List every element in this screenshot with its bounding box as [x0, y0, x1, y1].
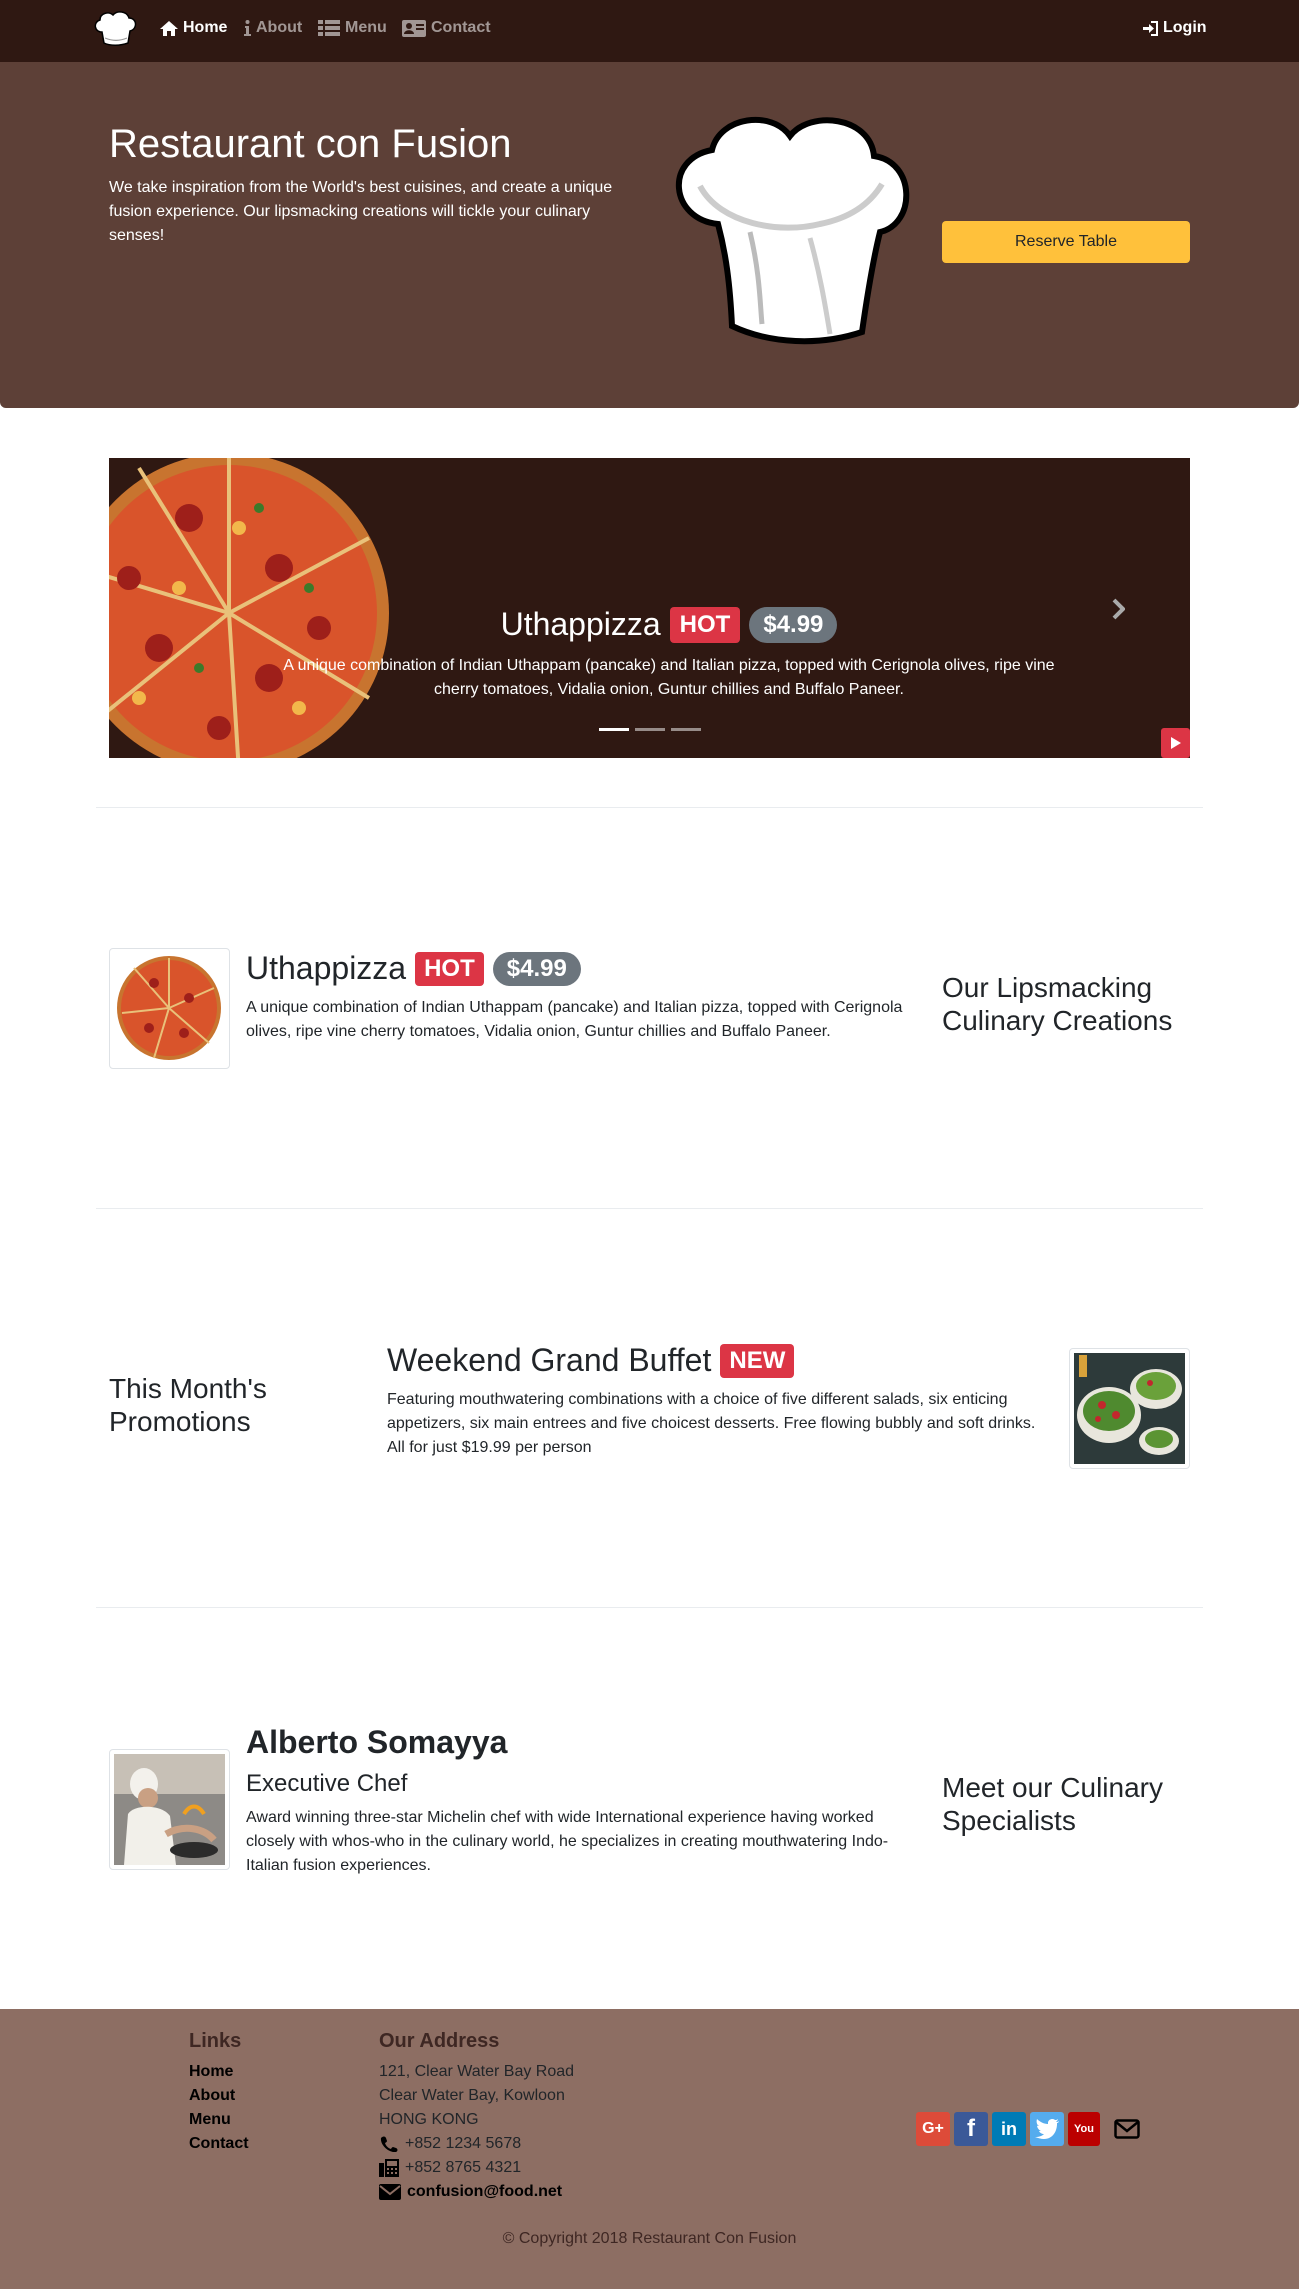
- leader-description: Award winning three-star Michelin chef w…: [246, 1809, 889, 1874]
- carousel-caption-title: Uthappizza HOT $4.99: [269, 606, 1069, 643]
- footer-link-menu[interactable]: Menu: [189, 2111, 231, 2129]
- nav-contact[interactable]: Contact: [402, 19, 491, 37]
- phone-number: +852 1234 5678: [405, 2135, 522, 2152]
- facebook-icon: f: [967, 2115, 975, 2142]
- nav-about[interactable]: About: [244, 19, 302, 37]
- price-badge: $4.99: [749, 606, 838, 643]
- phone-icon: [380, 2136, 398, 2152]
- dish-description: A unique combination of Indian Uthappam …: [246, 999, 903, 1040]
- facebook-button[interactable]: f: [954, 2112, 988, 2146]
- footer-link-about[interactable]: About: [189, 2087, 235, 2105]
- nav-menu-label: Menu: [345, 19, 387, 36]
- nav-menu[interactable]: Menu: [318, 19, 387, 37]
- new-badge: NEW: [720, 1343, 795, 1378]
- carousel-indicator-2[interactable]: [635, 728, 665, 731]
- footer-link-home[interactable]: Home: [189, 2063, 233, 2081]
- login-button[interactable]: Login: [1143, 19, 1207, 37]
- google-plus-icon: G+: [922, 2120, 944, 2137]
- pizza-thumbnail-image: [117, 956, 221, 1060]
- promotion-side-heading: This Month's Promotions: [109, 1373, 267, 1437]
- carousel-next-button[interactable]: [1111, 598, 1126, 625]
- nav-about-label: About: [256, 19, 303, 36]
- fax-number: +852 8765 4321: [405, 2159, 522, 2176]
- email-address[interactable]: confusion@food.net: [407, 2183, 562, 2201]
- nav-contact-label: Contact: [431, 19, 491, 36]
- promotion-heading: Weekend Grand Buffet NEW: [387, 1342, 795, 1379]
- navbar: Home About Menu Contact Login: [0, 0, 1299, 62]
- carousel-play-button[interactable]: [1161, 728, 1190, 758]
- dish-heading: Uthappizza HOT $4.99: [246, 950, 581, 987]
- twitter-bird-icon: [1035, 2119, 1059, 2139]
- youtube-button[interactable]: You: [1068, 2112, 1100, 2146]
- chef-hat-logo[interactable]: [92, 10, 138, 48]
- leader-thumbnail: [109, 1749, 230, 1870]
- chevron-right-icon: [1112, 598, 1126, 620]
- fax-line: +852 8765 4321: [379, 2159, 521, 2177]
- linkedin-icon: in: [1001, 2118, 1017, 2139]
- leader-name: Alberto Somayya: [246, 1724, 508, 1760]
- dish-price-badge: $4.99: [492, 951, 581, 986]
- jumbotron: Restaurant con Fusion We take inspiratio…: [0, 62, 1299, 408]
- login-label: Login: [1163, 19, 1207, 36]
- divider: [96, 1208, 1203, 1209]
- links-heading: Links: [189, 2030, 242, 2052]
- footer-link-contact[interactable]: Contact: [189, 2135, 249, 2153]
- carousel-dish-name: Uthappizza: [500, 606, 661, 642]
- jumbotron-text: We take inspiration from the World's bes…: [109, 179, 613, 244]
- play-icon: [1170, 737, 1181, 749]
- address-line-1: 121, Clear Water Bay Road: [379, 2063, 575, 2080]
- chef-hat-logo-large: [675, 117, 910, 345]
- hot-badge: HOT: [669, 606, 741, 643]
- buffet-image: [1074, 1353, 1185, 1464]
- carousel-indicator-1[interactable]: [599, 728, 629, 731]
- dish-hot-badge: HOT: [415, 951, 484, 986]
- info-icon: [244, 20, 251, 36]
- carousel-indicator-3[interactable]: [671, 728, 701, 731]
- youtube-icon: You: [1074, 2123, 1094, 2135]
- sign-in-icon: [1143, 20, 1158, 36]
- address-heading: Our Address: [379, 2030, 500, 2052]
- carousel: Uthappizza HOT $4.99 A unique combinatio…: [109, 458, 1190, 758]
- promotion-description: Featuring mouthwatering combinations wit…: [387, 1391, 1036, 1456]
- divider: [96, 807, 1203, 808]
- divider: [96, 1607, 1203, 1608]
- linkedin-button[interactable]: in: [992, 2112, 1026, 2146]
- address-line-3: HONG KONG: [379, 2111, 479, 2128]
- promotion-thumbnail: [1069, 1348, 1190, 1469]
- home-icon: [160, 20, 178, 36]
- google-plus-button[interactable]: G+: [916, 2112, 950, 2146]
- dish-thumbnail: [109, 948, 230, 1069]
- page-title: Restaurant con Fusion: [109, 122, 512, 166]
- dish-side-heading: Our Lipsmacking Culinary Creations: [942, 972, 1173, 1036]
- list-icon: [318, 20, 340, 36]
- email-line[interactable]: confusion@food.net: [379, 2183, 562, 2201]
- nav-home-label: Home: [183, 19, 228, 36]
- reserve-table-button[interactable]: Reserve Table: [942, 221, 1190, 263]
- address-line-2: Clear Water Bay, Kowloon: [379, 2087, 565, 2104]
- twitter-button[interactable]: t: [1030, 2112, 1064, 2146]
- envelope-outline-icon: [1114, 2119, 1140, 2139]
- copyright: © Copyright 2018 Restaurant Con Fusion: [502, 2230, 797, 2247]
- envelope-icon: [379, 2184, 401, 2200]
- phone-line: +852 1234 5678: [379, 2135, 521, 2153]
- promotion-title: Weekend Grand Buffet: [387, 1342, 712, 1378]
- dish-name: Uthappizza: [246, 950, 407, 986]
- carousel-description: A unique combination of Indian Uthappam …: [283, 657, 1055, 698]
- leader-designation: Executive Chef: [246, 1770, 408, 1797]
- chef-photo: [114, 1754, 225, 1865]
- address-card-icon: [402, 19, 426, 37]
- fax-icon: [379, 2159, 399, 2177]
- nav-home[interactable]: Home: [160, 19, 227, 37]
- leader-side-heading: Meet our Culinary Specialists: [942, 1772, 1163, 1836]
- mail-button[interactable]: [1110, 2112, 1144, 2146]
- leader-heading: Alberto Somayya: [246, 1724, 507, 1761]
